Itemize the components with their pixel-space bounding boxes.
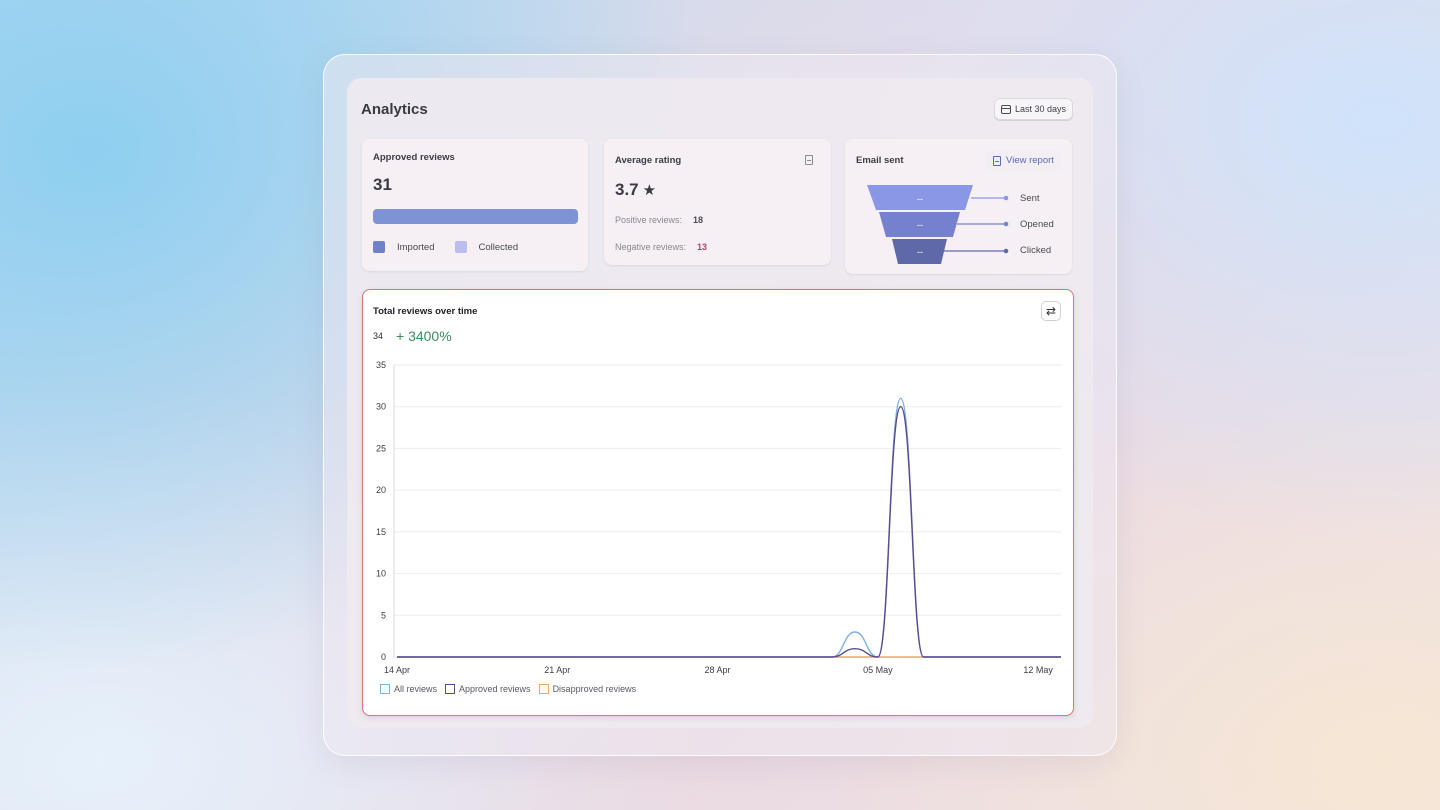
average-rating-value: 3.7: [615, 180, 639, 199]
grid-layer: [393, 364, 1061, 658]
average-rating-display: 3.7 ★: [615, 180, 656, 200]
legend-item-all[interactable]: All reviews: [380, 684, 437, 694]
y-tick-label: 5: [381, 610, 386, 620]
legend-swatch-approved: [445, 684, 456, 694]
negative-reviews-value: 13: [697, 242, 708, 252]
legend-item-disapproved[interactable]: Disapproved reviews: [538, 684, 637, 694]
y-tick-label: 35: [376, 360, 386, 370]
series-layer: [397, 397, 1061, 658]
x-tick-label: 28 Apr: [705, 665, 731, 675]
y-tick-label: 25: [376, 443, 386, 453]
x-tick-label: 12 May: [1023, 665, 1053, 675]
chart-legend: All reviews Approved reviews Disapproved…: [380, 684, 644, 694]
approved-reviews-card: Approved reviews 31 Imported Collected: [362, 139, 588, 271]
reviews-line-chart: 0 5 10 15 20 25 30 35 14 Apr 21 Apr 28 Apr 05 May 12…: [376, 360, 1061, 675]
funnel-dot-clicked: [1003, 248, 1009, 254]
imported-swatch: [373, 241, 385, 253]
total-reviews-chart-card: Total reviews over time 34 + 3400% ⇄ 051…: [362, 289, 1074, 716]
date-range-label: Last 30 days: [1014, 104, 1067, 114]
legend-swatch-disapproved: [538, 684, 549, 694]
y-tick-label: 30: [376, 402, 386, 412]
email-sent-card: Email sent View report -- -- -- Sent Ope…: [845, 139, 1072, 274]
funnel-value-opened: --: [917, 220, 923, 230]
y-tick-label: 10: [376, 569, 386, 579]
approved-reviews-title: Approved reviews: [373, 152, 455, 163]
date-range-button[interactable]: Last 30 days: [994, 98, 1073, 120]
x-tick-label: 21 Apr: [544, 665, 570, 675]
x-tick-label: 05 May: [863, 665, 893, 675]
average-rating-title: Average rating: [615, 155, 682, 166]
funnel-dot-sent: [1003, 195, 1009, 201]
negative-reviews-label: Negative reviews:: [615, 242, 687, 252]
funnel-label-clicked: Clicked: [1020, 245, 1052, 256]
y-tick-label: 0: [381, 652, 386, 662]
funnel-value-clicked: --: [917, 247, 923, 257]
y-tick-label: 20: [376, 485, 386, 495]
funnel-label-opened: Opened: [1020, 219, 1054, 230]
series-line-all-reviews[interactable]: [397, 397, 1061, 658]
x-tick-label: 14 Apr: [384, 665, 410, 675]
positive-reviews-row: Positive reviews: 18: [615, 215, 703, 225]
collected-swatch: [454, 241, 467, 253]
approved-reviews-value: 31: [373, 175, 392, 194]
approved-reviews-legend: Imported Collected: [373, 241, 518, 253]
negative-reviews-row: Negative reviews: 13: [615, 242, 707, 252]
collected-label: Collected: [478, 241, 519, 253]
average-rating-card: Average rating 3.7 ★ Positive reviews: 1…: [604, 139, 831, 265]
imported-label: Imported: [397, 241, 435, 253]
positive-reviews-value: 18: [693, 215, 704, 225]
positive-reviews-label: Positive reviews:: [615, 215, 683, 225]
funnel-dot-opened: [1003, 221, 1009, 227]
approved-reviews-bar: [373, 209, 578, 224]
y-tick-label: 15: [376, 527, 386, 537]
legend-label-approved: Approved reviews: [459, 684, 531, 694]
legend-label-all: All reviews: [394, 684, 438, 694]
legend-item-approved[interactable]: Approved reviews: [445, 684, 531, 694]
legend-label-disapproved: Disapproved reviews: [552, 684, 637, 694]
star-icon: ★: [642, 182, 657, 199]
page-title: Analytics: [361, 101, 428, 118]
funnel-label-sent: Sent: [1020, 193, 1040, 204]
funnel-value-sent: --: [917, 194, 923, 204]
document-icon[interactable]: [805, 155, 813, 165]
legend-swatch-all: [380, 684, 390, 694]
axis-labels: 0 5 10 15 20 25 30 35 14 Apr 21 Apr 28 Apr 05 May 12…: [376, 360, 1053, 675]
calendar-icon: [1000, 104, 1011, 114]
